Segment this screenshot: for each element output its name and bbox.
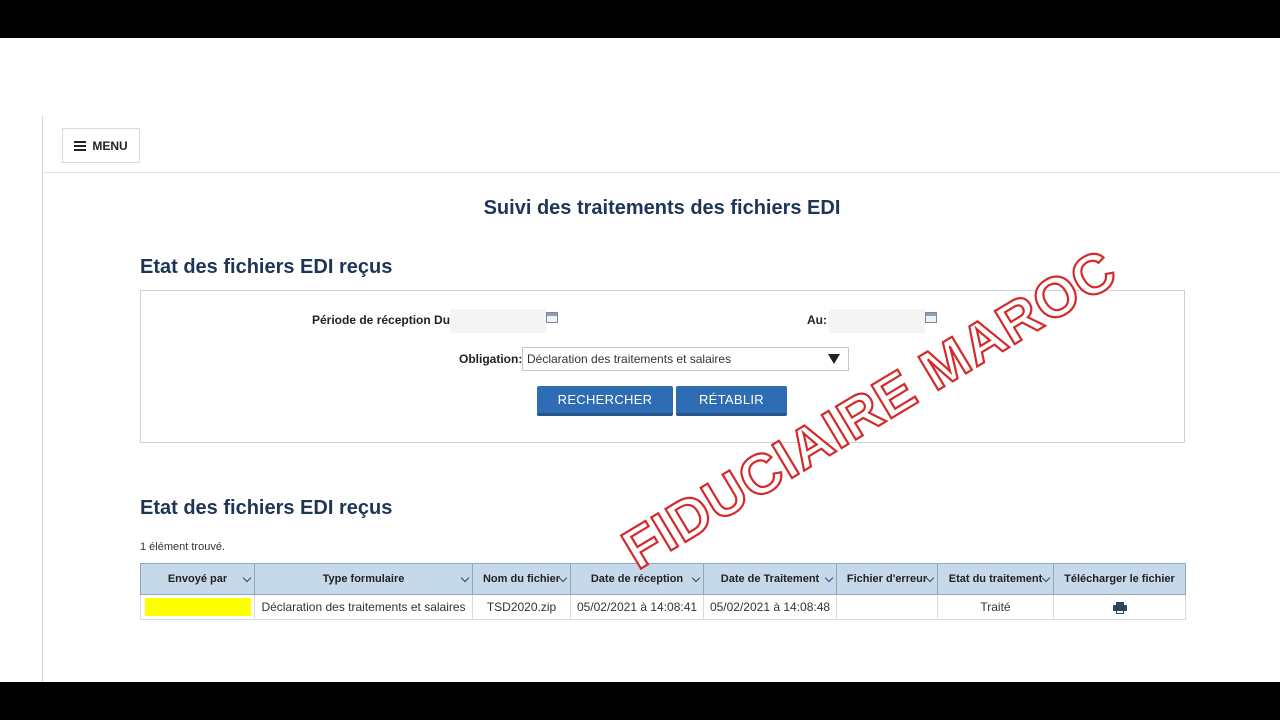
search-button[interactable]: RECHERCHER [537, 386, 673, 416]
dropdown-arrow-icon [828, 354, 840, 364]
chevron-down-icon[interactable] [558, 573, 568, 583]
chevron-down-icon[interactable] [1041, 573, 1051, 583]
cell-sent-by [140, 594, 255, 620]
column-header-sent-by[interactable]: Envoyé par [140, 563, 255, 595]
table-row: Déclaration des traitements et salaires … [140, 594, 1186, 620]
column-header-processed-date[interactable]: Date de Traitement [703, 563, 837, 595]
results-count: 1 élément trouvé. [140, 541, 225, 553]
chevron-down-icon[interactable] [242, 573, 252, 583]
page-title: Suivi des traitements des fichiers EDI [483, 197, 841, 219]
search-section-title: Etat des fichiers EDI reçus [140, 256, 393, 278]
menu-label: MENU [92, 138, 128, 153]
obligation-select[interactable]: Déclaration des traitements et salaires [522, 347, 849, 371]
cell-processed-date: 05/02/2021 à 14:08:48 [703, 594, 837, 620]
obligation-selected-value: Déclaration des traitements et salaires [527, 352, 732, 366]
chevron-down-icon[interactable] [824, 573, 834, 583]
table-header-row: Envoyé par Type formulaire Nom du fichie… [140, 563, 1186, 595]
cell-download [1053, 594, 1186, 620]
obligation-label: Obligation: [459, 352, 523, 366]
results-table: Envoyé par Type formulaire Nom du fichie… [140, 563, 1186, 620]
period-to-label: Au: [807, 313, 827, 327]
period-from-label: Période de réception Du: [312, 313, 455, 327]
cell-error-file [836, 594, 938, 620]
printer-icon[interactable] [1112, 601, 1127, 614]
hamburger-icon [74, 140, 87, 151]
column-header-received-date[interactable]: Date de réception [570, 563, 704, 595]
redaction-highlight [144, 598, 251, 616]
column-header-error-file[interactable]: Fichier d'erreur [836, 563, 938, 595]
calendar-icon[interactable] [546, 312, 558, 323]
top-letterbox-bar [0, 0, 1280, 38]
period-from-input[interactable] [450, 309, 546, 333]
chevron-down-icon[interactable] [691, 573, 701, 583]
cell-file-name: TSD2020.zip [472, 594, 571, 620]
bottom-letterbox-bar [0, 682, 1280, 720]
results-section-title: Etat des fichiers EDI reçus [140, 497, 393, 519]
cell-status: Traité [937, 594, 1054, 620]
column-header-download: Télécharger le fichier [1053, 563, 1186, 595]
cell-form-type: Déclaration des traitements et salaires [254, 594, 473, 620]
column-header-status[interactable]: Etat du traitement [937, 563, 1054, 595]
menu-button[interactable]: MENU [62, 128, 140, 163]
period-to-input[interactable] [829, 309, 925, 333]
calendar-icon[interactable] [925, 312, 937, 323]
chevron-down-icon[interactable] [460, 573, 470, 583]
column-header-file-name[interactable]: Nom du fichier [472, 563, 571, 595]
reset-button[interactable]: RÉTABLIR [676, 386, 787, 416]
header-divider [43, 172, 1280, 173]
cell-received-date: 05/02/2021 à 14:08:41 [570, 594, 704, 620]
column-header-form-type[interactable]: Type formulaire [254, 563, 473, 595]
